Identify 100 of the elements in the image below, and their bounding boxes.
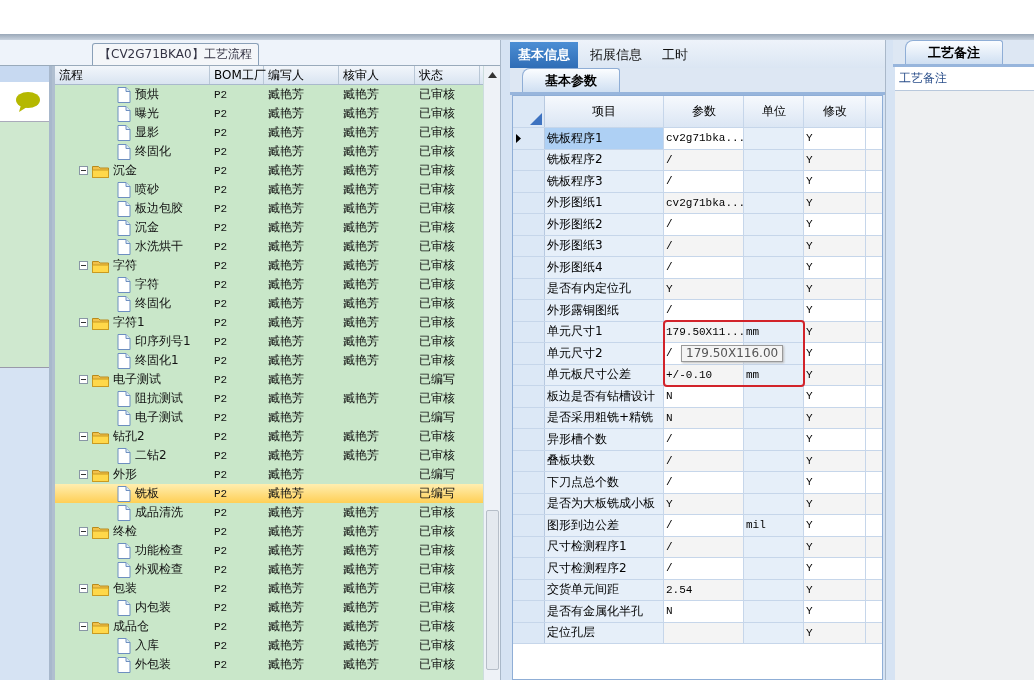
reviewer-cell-text: 臧艳芳 [342,105,380,122]
step-name: 电子测试 [135,409,183,426]
status-cell-text: 已审核 [418,314,456,331]
status-cell-text: 已审核 [418,352,456,369]
bom-cell-text: P2 [213,582,229,595]
reviewer-cell-text: 臧艳芳 [342,618,380,635]
bom-cell-text: P2 [213,221,229,234]
reviewer-cell-text: 臧艳芳 [342,352,380,369]
writer-cell-text: 臧艳芳 [267,238,305,255]
status-cell-text: 已审核 [418,542,456,559]
reviewer-cell-text: 臧艳芳 [342,276,380,293]
bom-cell-text: P2 [213,525,229,538]
writer-cell-text: 臧艳芳 [267,390,305,407]
writer-cell-text: 臧艳芳 [267,333,305,350]
writer-cell-text: 臧艳芳 [267,162,305,179]
writer-cell-text: 臧艳芳 [267,143,305,160]
step-name: 终固化 [135,295,171,312]
bom-cell-text: P2 [213,506,229,519]
step-name: 沉金 [135,219,159,236]
bom-cell-text: P2 [213,430,229,443]
status-cell-text: 已编写 [418,466,456,483]
reviewer-cell-text: 臧艳芳 [342,599,380,616]
reviewer-cell-text: 臧艳芳 [342,542,380,559]
step-name: 终固化 [135,143,171,160]
status-cell-text: 已审核 [418,428,456,445]
writer-cell-text: 臧艳芳 [267,599,305,616]
status-cell-text: 已审核 [418,637,456,654]
bom-cell-text: P2 [213,658,229,671]
reviewer-cell-text: 臧艳芳 [342,504,380,521]
step-name: 内包装 [135,599,171,616]
step-name: 字符 [135,276,159,293]
writer-cell-text: 臧艳芳 [267,580,305,597]
writer-cell-text: 臧艳芳 [267,409,305,426]
writer-cell-text: 臧艳芳 [267,181,305,198]
writer-cell-text: 臧艳芳 [267,523,305,540]
writer-cell-text: 臧艳芳 [267,314,305,331]
notes-label: 工艺备注 [899,70,947,87]
writer-cell-text: 臧艳芳 [267,637,305,654]
step-name: 终检 [113,523,137,540]
reviewer-cell-text: 臧艳芳 [342,580,380,597]
status-cell-text: 已审核 [418,580,456,597]
writer-cell-text: 臧艳芳 [267,219,305,236]
reviewer-cell-text: 臧艳芳 [342,181,380,198]
reviewer-cell-text: 臧艳芳 [342,428,380,445]
step-name: 钻孔2 [113,428,145,445]
writer-cell-text: 臧艳芳 [267,561,305,578]
reviewer-cell-text: 臧艳芳 [342,447,380,464]
writer-cell-text: 臧艳芳 [267,200,305,217]
writer-cell-text: 臧艳芳 [267,124,305,141]
bom-cell-text: P2 [213,316,229,329]
writer-cell-text: 臧艳芳 [267,447,305,464]
bom-cell-text: P2 [213,601,229,614]
tooltip: 179.50X116.00 [681,345,784,362]
bom-cell-text: P2 [213,278,229,291]
reviewer-cell-text: 臧艳芳 [342,314,380,331]
status-cell-text: 已审核 [418,86,456,103]
status-cell-text: 已审核 [418,523,456,540]
writer-cell-text: 臧艳芳 [267,257,305,274]
status-cell-text: 已审核 [418,105,456,122]
bom-cell-text: P2 [213,373,229,386]
writer-cell-text: 臧艳芳 [267,276,305,293]
bom-cell-text: P2 [213,449,229,462]
writer-cell-text: 臧艳芳 [267,352,305,369]
reviewer-cell-text: 臧艳芳 [342,143,380,160]
writer-cell-text: 臧艳芳 [267,542,305,559]
status-cell-text: 已审核 [418,162,456,179]
bom-cell-text: P2 [213,620,229,633]
bom-cell-text: P2 [213,354,229,367]
bom-cell-text: P2 [213,126,229,139]
reviewer-cell-text: 臧艳芳 [342,200,380,217]
step-name: 外观检查 [135,561,183,578]
bom-cell-text: P2 [213,145,229,158]
status-cell-text: 已审核 [418,219,456,236]
bom-cell-text: P2 [213,297,229,310]
step-name: 板边包胶 [135,200,183,217]
bom-cell-text: P2 [213,240,229,253]
bom-cell-text: P2 [213,335,229,348]
reviewer-cell-text: 臧艳芳 [342,333,380,350]
status-cell-text: 已审核 [418,599,456,616]
reviewer-cell-text: 臧艳芳 [342,561,380,578]
bom-cell-text: P2 [213,202,229,215]
step-name: 印序列号1 [135,333,191,350]
step-name: 字符 [113,257,137,274]
reviewer-cell-text: 臧艳芳 [342,523,380,540]
status-cell-text: 已审核 [418,656,456,673]
step-name: 水洗烘干 [135,238,183,255]
bom-cell-text: P2 [213,392,229,405]
reviewer-cell-text: 臧艳芳 [342,162,380,179]
status-cell-text: 已审核 [418,200,456,217]
step-name: 成品仓 [113,618,149,635]
step-name: 外包装 [135,656,171,673]
status-cell-text: 已审核 [418,181,456,198]
writer-cell-text: 臧艳芳 [267,485,305,502]
step-name: 显影 [135,124,159,141]
status-cell-text: 已审核 [418,295,456,312]
status-cell-text: 已审核 [418,447,456,464]
writer-cell-text: 臧艳芳 [267,86,305,103]
step-name: 曝光 [135,105,159,122]
bom-cell-text: P2 [213,183,229,196]
reviewer-cell-text: 臧艳芳 [342,295,380,312]
